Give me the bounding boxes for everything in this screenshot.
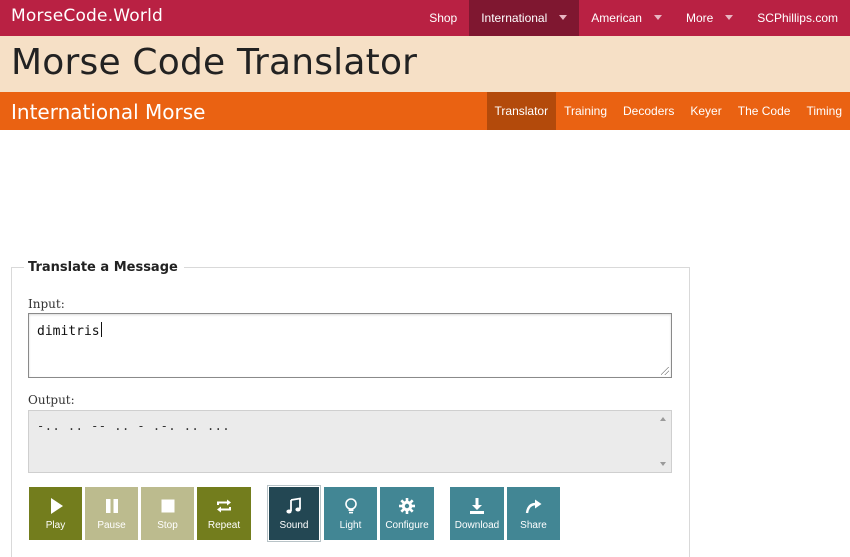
play-button[interactable]: Play [29, 487, 82, 540]
resize-handle-icon[interactable] [661, 367, 669, 375]
output-label: Output: [28, 393, 75, 407]
top-nav: Shop International American More SCPhill… [417, 0, 850, 36]
section-nav: Translator Training Decoders Keyer The C… [486, 92, 850, 130]
tab-training[interactable]: Training [556, 92, 615, 130]
configure-button[interactable]: Configure [380, 487, 434, 540]
caret-down-icon [559, 14, 568, 20]
input-textarea[interactable]: dimitris [28, 313, 672, 378]
nav-shop[interactable]: Shop [417, 0, 469, 36]
site-logo[interactable]: MorseCode.World [11, 6, 163, 26]
lightbulb-icon [344, 498, 357, 514]
nav-more[interactable]: More [674, 0, 745, 36]
play-label: Play [45, 520, 66, 531]
scroll-down-arrow-icon[interactable] [660, 462, 666, 466]
page-title: Morse Code Translator [11, 42, 418, 83]
panel-legend: Translate a Message [24, 260, 184, 275]
download-button[interactable]: Download [450, 487, 504, 540]
output-textarea[interactable]: -.. .. -- .. - .-. .. ... [28, 410, 672, 473]
caret-down-icon [653, 14, 662, 20]
gear-icon [399, 498, 415, 514]
sound-button[interactable]: Sound [267, 485, 321, 542]
nav-international[interactable]: International [469, 0, 580, 36]
tab-timing[interactable]: Timing [798, 92, 850, 130]
nav-american[interactable]: American [579, 0, 674, 36]
download-label: Download [454, 520, 500, 531]
share-icon [525, 499, 541, 514]
nav-more-label: More [685, 11, 714, 25]
pause-label: Pause [97, 520, 126, 531]
title-band: Morse Code Translator [0, 36, 850, 92]
input-text: dimitris [37, 322, 102, 339]
music-note-icon [286, 497, 301, 514]
nav-american-label: American [591, 11, 642, 25]
repeat-label: Repeat [207, 520, 241, 531]
download-icon [470, 498, 484, 514]
pause-icon [105, 499, 118, 513]
input-label: Input: [28, 297, 65, 311]
tab-decoders[interactable]: Decoders [615, 92, 682, 130]
scroll-up-arrow-icon[interactable] [660, 417, 666, 421]
play-icon [50, 498, 63, 514]
stop-button[interactable]: Stop [141, 487, 194, 540]
output-text: -.. .. -- .. - .-. .. ... [37, 419, 231, 433]
nav-international-label: International [481, 11, 548, 25]
light-button[interactable]: Light [324, 487, 377, 540]
top-nav-bar: MorseCode.World Shop International Ameri… [0, 0, 850, 36]
nav-scphillips[interactable]: SCPhillips.com [745, 0, 850, 36]
sound-label: Sound [279, 520, 309, 531]
light-label: Light [339, 520, 362, 531]
configure-label: Configure [385, 520, 429, 531]
tab-keyer[interactable]: Keyer [682, 92, 729, 130]
pause-button[interactable]: Pause [85, 487, 138, 540]
share-button[interactable]: Share [507, 487, 560, 540]
tab-translator[interactable]: Translator [486, 92, 557, 130]
section-nav-bar: International Morse Translator Training … [0, 92, 850, 130]
section-title: International Morse [11, 100, 206, 124]
repeat-button[interactable]: Repeat [197, 487, 251, 540]
share-label: Share [520, 520, 547, 531]
tab-the-code[interactable]: The Code [730, 92, 799, 130]
repeat-icon [217, 499, 231, 513]
stop-icon [161, 499, 174, 513]
stop-label: Stop [157, 520, 178, 531]
caret-down-icon [725, 14, 734, 20]
